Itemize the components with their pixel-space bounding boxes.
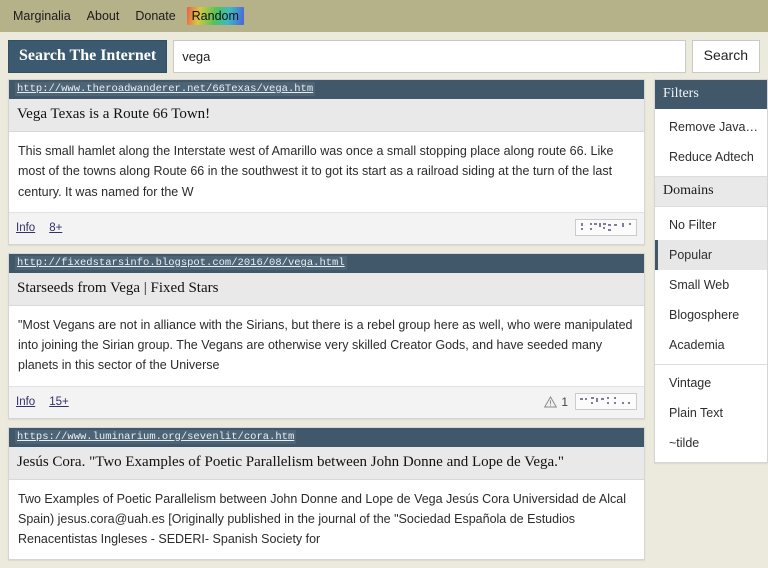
result-url-text: http://www.theroadwanderer.net/66Texas/v… [15, 82, 316, 96]
domains-options-group-secondary: Vintage Plain Text ~tilde [655, 364, 767, 462]
filters-options-group: Remove Javascript Reduce Adtech [655, 109, 767, 176]
result-snippet: Two Examples of Poetic Parallelism betwe… [18, 491, 626, 547]
search-bar: Search The Internet Search [0, 32, 768, 79]
main-content-area: http://www.theroadwanderer.net/66Texas/v… [0, 79, 768, 568]
result-title-link[interactable]: Jesús Cora. "Two Examples of Poetic Para… [9, 446, 644, 480]
result-info-link[interactable]: Info [16, 222, 35, 234]
domain-option-tilde[interactable]: ~tilde [655, 428, 767, 458]
filters-header: Filters [655, 80, 767, 109]
domain-option-blogosphere[interactable]: Blogosphere [655, 300, 767, 330]
result-title-link[interactable]: Vega Texas is a Route 66 Town! [9, 99, 644, 132]
filter-option-remove-javascript[interactable]: Remove Javascript [655, 112, 767, 142]
sidebar: Filters Remove Javascript Reduce Adtech … [654, 79, 768, 471]
result-footer-right: 1 [544, 393, 637, 410]
nav-link-marginalia[interactable]: Marginalia [8, 7, 76, 25]
result-url-text: https://www.luminarium.org/sevenlit/cora… [15, 429, 297, 444]
result-card: https://www.luminarium.org/sevenlit/cora… [8, 426, 645, 561]
result-url-link[interactable]: http://www.theroadwanderer.net/66Texas/v… [9, 80, 644, 99]
search-submit-button[interactable]: Search [691, 40, 760, 73]
result-warning-count: 1 [561, 394, 568, 409]
page-structure-thumbnail-icon [575, 393, 637, 410]
nav-link-random[interactable]: Random [186, 7, 244, 25]
result-footer-right [575, 219, 637, 237]
search-results-list: http://www.theroadwanderer.net/66Texas/v… [8, 79, 645, 568]
domains-header: Domains [655, 176, 767, 207]
result-info-link[interactable]: Info [16, 396, 35, 408]
result-card: http://www.theroadwanderer.net/66Texas/v… [8, 79, 645, 245]
result-title-link[interactable]: Starseeds from Vega | Fixed Stars [9, 272, 644, 306]
filters-panel: Filters Remove Javascript Reduce Adtech … [654, 79, 768, 463]
domains-options-group-primary: No Filter Popular Small Web Blogosphere … [655, 207, 767, 364]
result-url-text: http://fixedstarsinfo.blogspot.com/2016/… [15, 255, 347, 270]
result-count-link[interactable]: 15+ [49, 396, 69, 408]
domain-option-vintage[interactable]: Vintage [655, 368, 767, 398]
result-warning-badge: 1 [544, 395, 568, 409]
nav-link-donate[interactable]: Donate [130, 7, 180, 25]
result-url-link[interactable]: http://fixedstarsinfo.blogspot.com/2016/… [9, 253, 644, 273]
search-the-internet-button[interactable]: Search The Internet [8, 40, 168, 73]
nav-link-about[interactable]: About [82, 7, 125, 25]
page-structure-thumbnail-icon [575, 219, 637, 237]
result-footer: Info 15+ 1 [9, 385, 644, 418]
result-snippet: "Most Vegans are not in alliance with th… [18, 317, 633, 373]
result-count-link[interactable]: 8+ [49, 222, 62, 234]
top-navigation-bar: Marginalia About Donate Random [0, 0, 768, 32]
domain-option-no-filter[interactable]: No Filter [655, 210, 767, 240]
search-input[interactable] [173, 40, 686, 73]
result-url-link[interactable]: https://www.luminarium.org/sevenlit/cora… [9, 427, 644, 447]
filter-option-reduce-adtech[interactable]: Reduce Adtech [655, 142, 767, 172]
domain-option-popular[interactable]: Popular [655, 240, 767, 270]
result-snippet: This small hamlet along the Interstate w… [18, 144, 614, 199]
domain-option-small-web[interactable]: Small Web [655, 270, 767, 300]
domain-option-plain-text[interactable]: Plain Text [655, 398, 767, 428]
domain-option-academia[interactable]: Academia [655, 330, 767, 360]
result-card: http://fixedstarsinfo.blogspot.com/2016/… [8, 252, 645, 419]
warning-triangle-icon [544, 395, 558, 407]
result-footer: Info 8+ [9, 211, 644, 244]
